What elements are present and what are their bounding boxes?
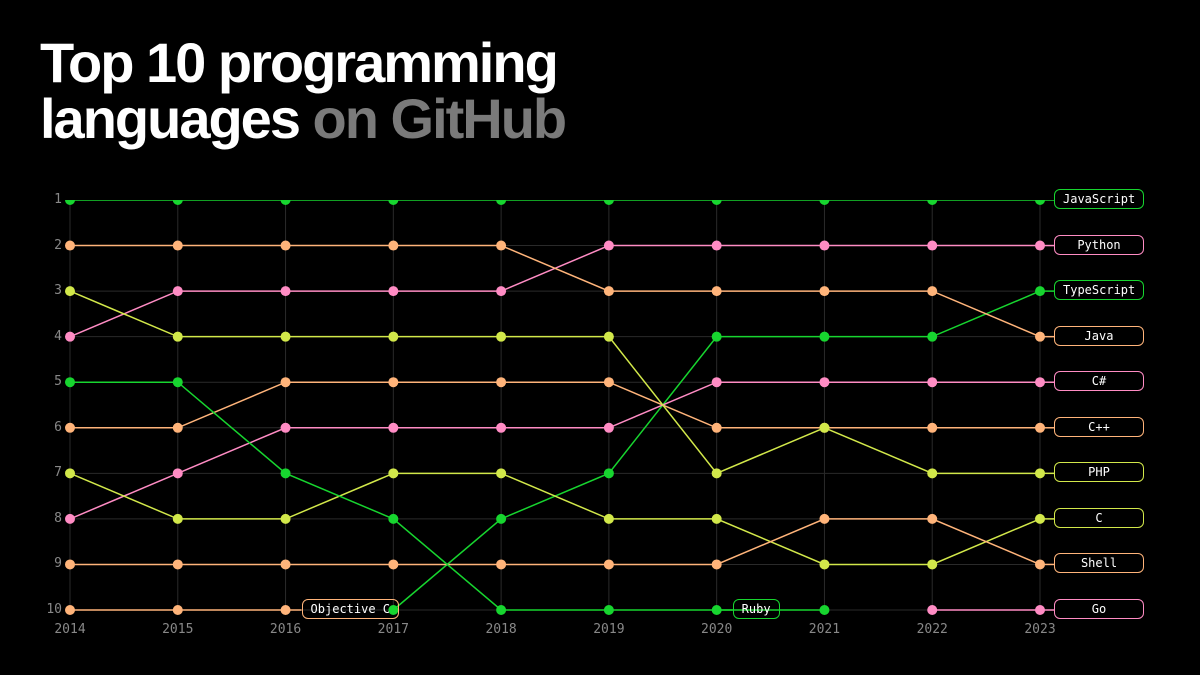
y-tick: 8 <box>36 511 62 526</box>
series-label: C# <box>1054 371 1144 391</box>
y-tick: 5 <box>36 374 62 389</box>
y-tick: 4 <box>36 329 62 344</box>
y-tick: 2 <box>36 238 62 253</box>
series-label: Go <box>1054 599 1144 619</box>
title-line-1: Top 10 programming <box>40 31 557 94</box>
y-tick: 9 <box>36 556 62 571</box>
x-tick: 2018 <box>481 622 521 637</box>
rank-chart: 1234567891020142015201620172018201920202… <box>40 200 1160 650</box>
series-label: PHP <box>1054 462 1144 482</box>
series-label: Java <box>1054 326 1144 346</box>
y-tick: 10 <box>36 602 62 617</box>
chart-title: Top 10 programming languages on GitHub <box>40 35 565 147</box>
series-label: C <box>1054 508 1144 528</box>
series-label: C++ <box>1054 417 1144 437</box>
x-tick: 2019 <box>589 622 629 637</box>
x-tick: 2020 <box>697 622 737 637</box>
y-tick: 1 <box>36 192 62 207</box>
x-tick: 2014 <box>50 622 90 637</box>
y-tick: 6 <box>36 420 62 435</box>
title-line-2b: on GitHub <box>313 87 566 150</box>
y-tick: 7 <box>36 465 62 480</box>
series-label: TypeScript <box>1054 280 1144 300</box>
x-tick: 2015 <box>158 622 198 637</box>
x-tick: 2021 <box>804 622 844 637</box>
series-end-label: Ruby <box>733 599 780 619</box>
series-label: Python <box>1054 235 1144 255</box>
x-tick: 2017 <box>373 622 413 637</box>
chart-svg <box>40 200 1160 650</box>
series-label: JavaScript <box>1054 189 1144 209</box>
title-line-2a: languages <box>40 87 299 150</box>
y-tick: 3 <box>36 283 62 298</box>
x-tick: 2022 <box>912 622 952 637</box>
series-end-label: Objective C <box>302 599 399 619</box>
series-label: Shell <box>1054 553 1144 573</box>
x-tick: 2023 <box>1020 622 1060 637</box>
x-tick: 2016 <box>266 622 306 637</box>
